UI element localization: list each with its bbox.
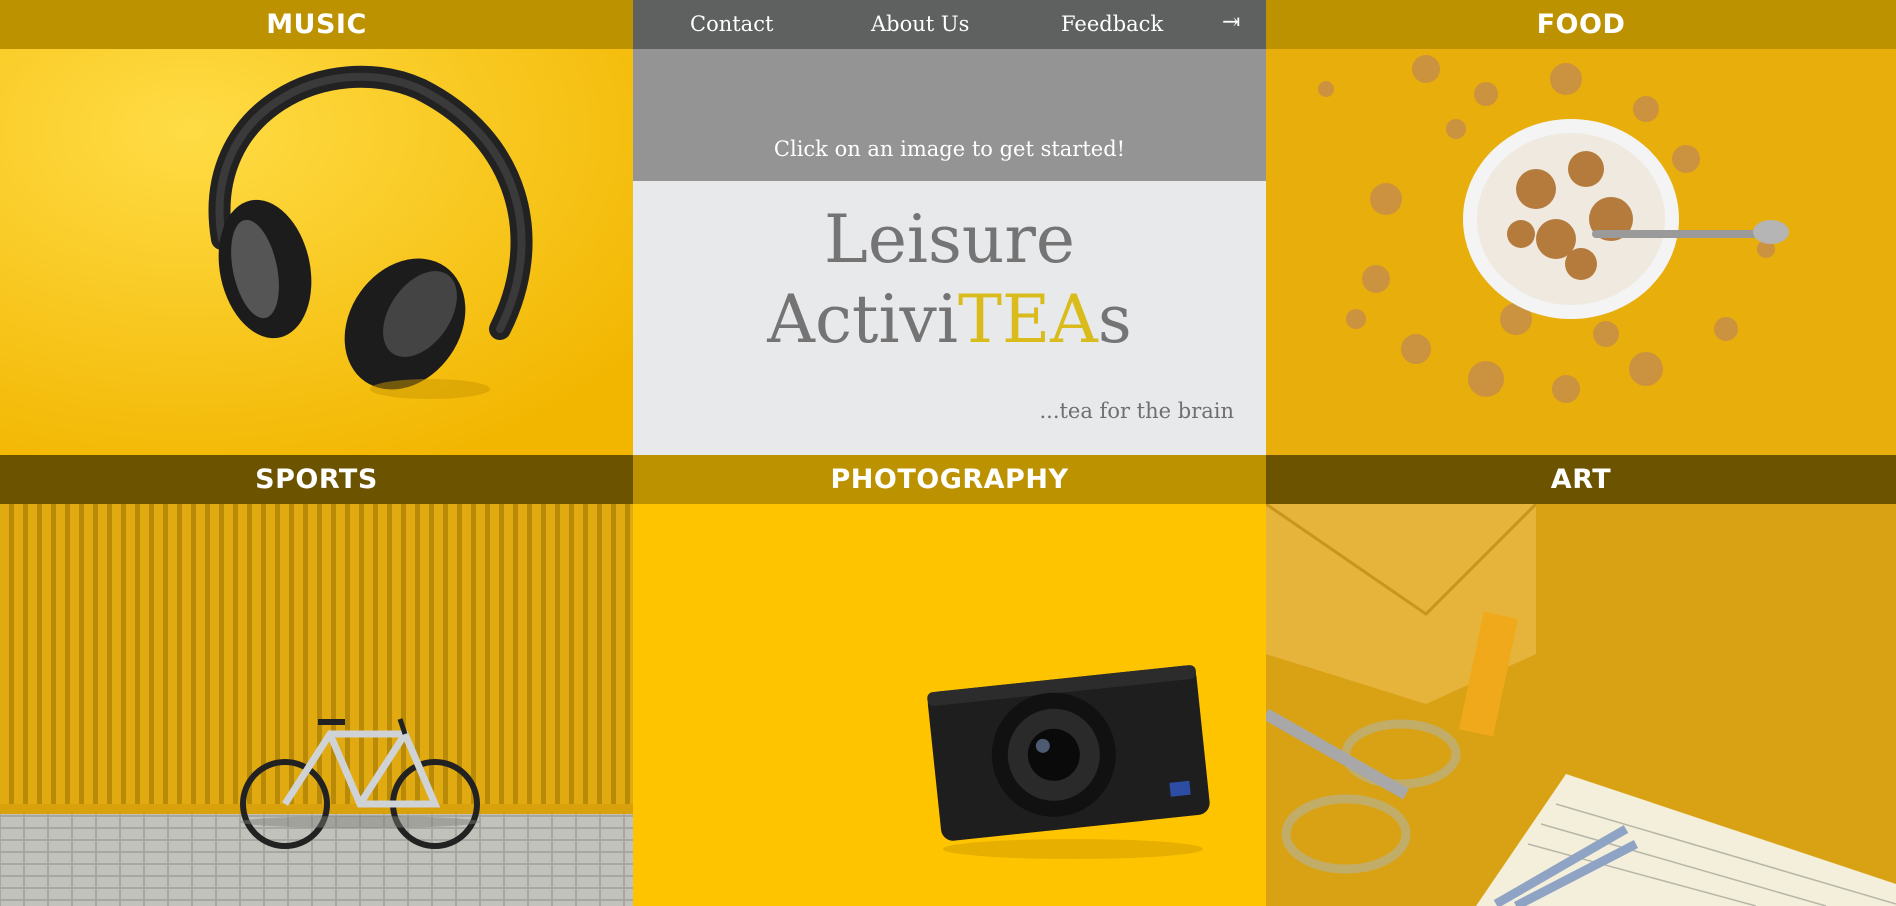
headphones-image[interactable] xyxy=(0,49,633,455)
tile-art-title: ART xyxy=(1266,455,1896,504)
brand-title-line2: ActiviTEAs xyxy=(633,287,1266,353)
nav-about-link[interactable]: About Us xyxy=(871,12,969,36)
tile-art[interactable]: ART xyxy=(1266,455,1896,906)
camera-image[interactable] xyxy=(633,504,1266,906)
bicycle-image[interactable] xyxy=(0,504,633,906)
tile-music-title: MUSIC xyxy=(0,0,633,49)
instruction-banner: Click on an image to get started! xyxy=(633,49,1266,181)
brand-block: Leisure ActiviTEAs ...tea for the brain xyxy=(633,181,1266,455)
nav-contact-link[interactable]: Contact xyxy=(690,12,773,36)
brand-tagline: ...tea for the brain xyxy=(1039,399,1234,423)
tile-music[interactable]: MUSIC xyxy=(0,0,633,455)
center-panel: Contact About Us Feedback ⇥ Click on an … xyxy=(633,0,1266,455)
cereal-bowl-image[interactable] xyxy=(1266,49,1896,455)
brand-title-prefix: Activi xyxy=(767,281,958,358)
tile-sports-title: SPORTS xyxy=(0,455,633,504)
top-nav: Contact About Us Feedback ⇥ xyxy=(633,0,1266,49)
brand-title-accent: TEA xyxy=(957,281,1098,358)
logout-icon[interactable]: ⇥ xyxy=(1222,10,1240,35)
category-grid: MUSIC Contact About Us Feedback ⇥ Click … xyxy=(0,0,1896,906)
tile-photography[interactable]: PHOTOGRAPHY xyxy=(633,455,1266,906)
tile-sports[interactable]: SPORTS xyxy=(0,455,633,906)
art-supplies-image[interactable] xyxy=(1266,504,1896,906)
tile-photography-title: PHOTOGRAPHY xyxy=(633,455,1266,504)
tile-food-title: FOOD xyxy=(1266,0,1896,49)
tile-food[interactable]: FOOD xyxy=(1266,0,1896,455)
nav-feedback-link[interactable]: Feedback xyxy=(1061,12,1163,36)
brand-title-line1: Leisure xyxy=(824,201,1075,278)
instruction-text: Click on an image to get started! xyxy=(773,137,1126,161)
brand-title-suffix: s xyxy=(1097,281,1132,358)
